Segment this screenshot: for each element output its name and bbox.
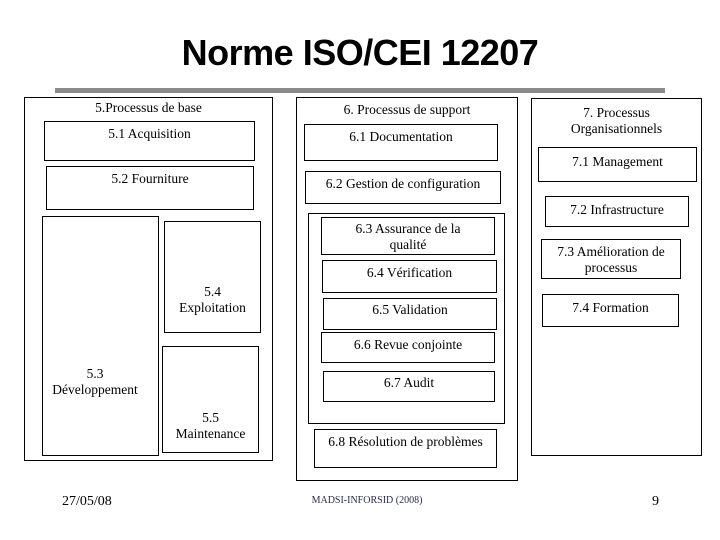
process-label: 6.6 Revue conjointe [353,337,463,352]
process-7-2-infrastructure: 7.2 Infrastructure [545,196,689,227]
group-title-support: 6. Processus de support [343,102,471,117]
process-5-3-label: Développement [52,382,138,397]
process-6-5-validation: 6.5 Validation [323,298,497,330]
process-7-3-amelioration-processus: 7.3 Amélioration de processus [541,239,681,279]
group-title-organisationnels-line2: Organisationnels [570,121,663,136]
process-5-4-number: 5.4 [204,284,221,299]
process-label: 6.2 Gestion de configuration [325,176,481,191]
process-label-line2: qualité [389,237,427,252]
process-5-2-fourniture: 5.2 Fourniture [46,166,254,210]
process-label: 5.1 Acquisition [108,126,191,141]
process-label: 6.4 Vérification [366,265,453,280]
process-5-5-maintenance: 5.5 Maintenance [162,346,259,453]
process-6-3-assurance-qualite: 6.3 Assurance de la qualité [321,217,495,255]
process-5-5-number: 5.5 [202,410,219,425]
footer-source: MADSI-INFORSID (2008) [311,495,423,506]
process-6-2-gestion-configuration: 6.2 Gestion de configuration [305,171,501,204]
process-5-3-developpement [42,216,159,456]
process-7-4-formation: 7.4 Formation [542,294,679,327]
process-label: 5.2 Fourniture [111,171,189,186]
process-label: 7.1 Management [572,154,663,169]
process-6-4-verification: 6.4 Vérification [322,260,497,293]
process-6-7-audit: 6.7 Audit [323,371,495,402]
page-number: 9 [652,494,659,509]
process-label: 6.7 Audit [383,375,435,390]
process-5-1-acquisition: 5.1 Acquisition [44,121,255,161]
process-label-line1: 6.3 Assurance de la [355,221,461,236]
process-label: 6.5 Validation [372,302,448,317]
process-label: 7.2 Infrastructure [570,202,664,217]
process-label: 7.4 Formation [572,300,649,315]
process-5-4-label: Exploitation [179,300,246,315]
group-title-base: 5.Processus de base [95,100,202,115]
group-title-organisationnels-line1: 7. Processus [583,105,650,120]
process-6-6-revue-conjointe: 6.6 Revue conjointe [321,332,495,363]
process-label: 6.8 Résolution de problèmes [328,434,483,449]
process-label: 6.1 Documentation [349,129,453,144]
process-6-8-resolution-problemes: 6.8 Résolution de problèmes [314,429,497,468]
process-5-5-label: Maintenance [175,426,246,441]
slide-title: Norme ISO/CEI 12207 [181,32,539,73]
process-5-4-exploitation: 5.4 Exploitation [164,221,261,333]
title-divider [55,88,665,93]
process-7-1-management: 7.1 Management [538,147,697,182]
process-5-3-number: 5.3 [86,366,104,381]
process-label-line2: processus [584,260,638,275]
process-label-line1: 7.3 Amélioration de [557,244,665,259]
process-6-1-documentation: 6.1 Documentation [304,124,498,161]
